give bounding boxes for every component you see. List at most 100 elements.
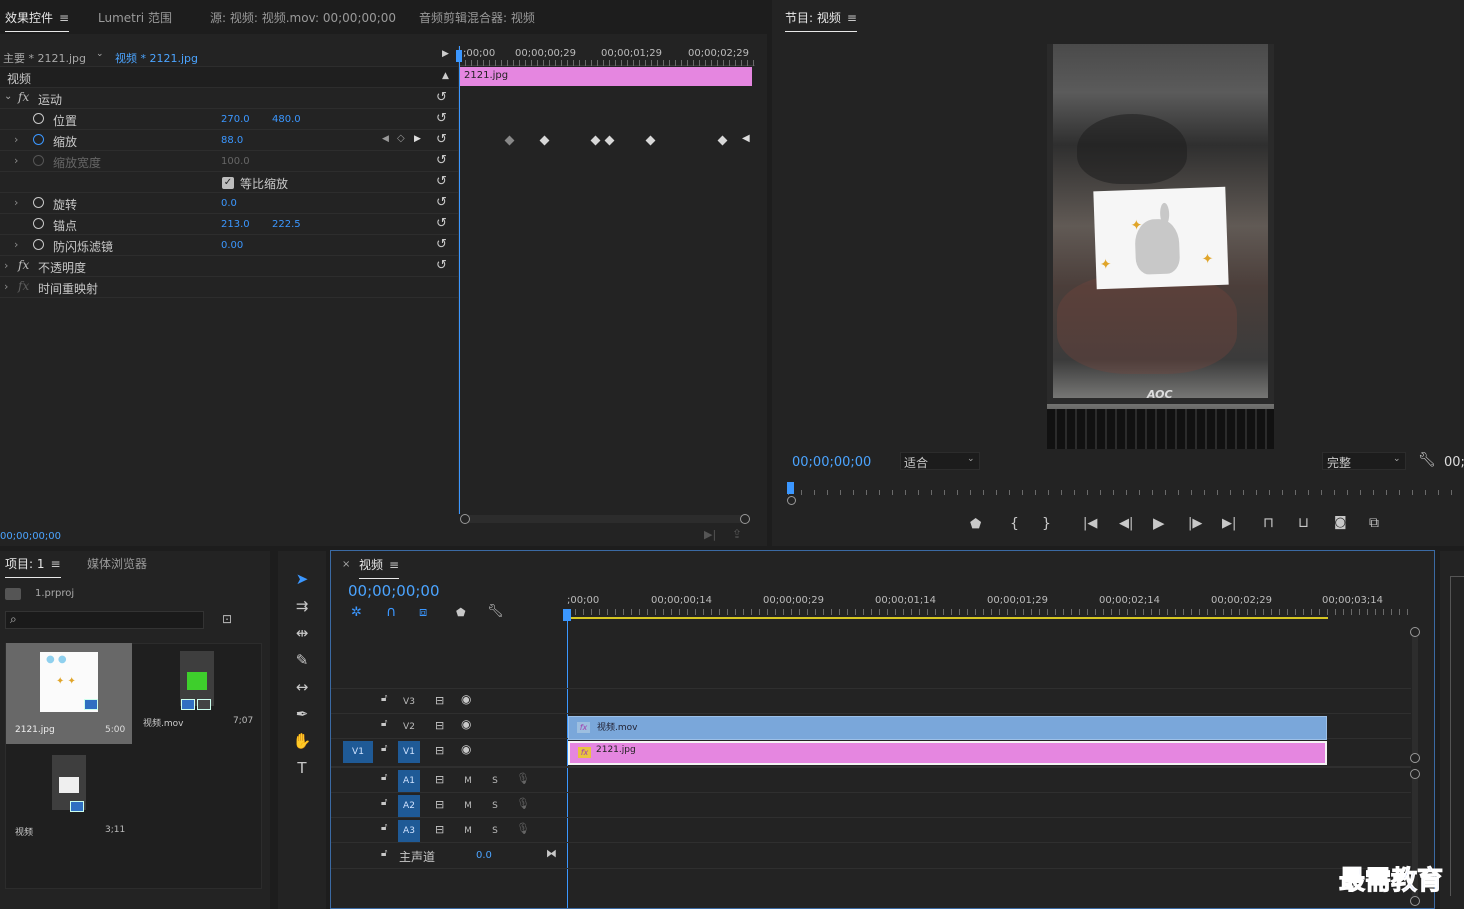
reset-icon[interactable]: ↺ — [436, 237, 447, 252]
uniform-scale-checkbox[interactable]: ✓ — [222, 177, 234, 189]
fx-icon[interactable]: fx — [18, 258, 29, 272]
reset-icon[interactable]: ↺ — [436, 90, 447, 105]
reset-icon[interactable]: ↺ — [436, 111, 447, 126]
mute-button[interactable]: M — [457, 772, 479, 790]
menu-icon[interactable]: ≡ — [59, 11, 69, 25]
sync-lock-icon[interactable]: ⊟ — [435, 823, 444, 836]
step-forward-icon[interactable]: |▶ — [1188, 516, 1202, 531]
comparison-view-icon[interactable]: ⧉ — [1369, 515, 1379, 531]
zoom-handle[interactable] — [787, 496, 796, 505]
work-area-bar[interactable] — [567, 617, 1328, 619]
quality-dropdown[interactable]: 完整 ⌄ — [1322, 452, 1406, 470]
clip-video-mov[interactable]: fx 视频.mov — [568, 716, 1327, 740]
add-marker-icon[interactable]: ⬟ — [970, 517, 981, 532]
solo-button[interactable]: S — [484, 772, 506, 790]
solo-button[interactable]: S — [484, 797, 506, 815]
stopwatch-icon[interactable] — [33, 134, 44, 145]
keyframe-marker[interactable] — [645, 135, 656, 146]
menu-icon[interactable]: ≡ — [389, 558, 399, 572]
stopwatch-icon[interactable] — [33, 218, 44, 229]
timeline-ruler[interactable]: ;00;00 00;00;00;14 00;00;00;29 00;00;01;… — [567, 589, 1413, 621]
keyframe-marker[interactable] — [604, 135, 615, 146]
play-icon[interactable]: ▶ — [1153, 514, 1165, 532]
go-to-end-icon[interactable]: ⧓ — [546, 847, 557, 860]
tab-source[interactable]: 源: 视频: 视频.mov: 00;00;00;00 — [210, 9, 396, 26]
tab-sequence[interactable]: 视频 ≡ — [359, 556, 400, 579]
microphone-icon[interactable]: 🎙︎ — [516, 822, 530, 835]
camera-icon[interactable]: ◙ — [1334, 515, 1347, 530]
overlay-image[interactable]: ✦ ✦ ✦ — [1093, 186, 1229, 290]
chevron-right-icon[interactable]: › — [14, 154, 18, 167]
scroll-handle[interactable] — [1410, 769, 1420, 779]
scale-value[interactable]: 88.0 — [221, 135, 243, 146]
eye-icon[interactable]: ◉ — [461, 717, 471, 731]
prev-keyframe-icon[interactable]: ◀ — [382, 134, 389, 144]
motion-row[interactable]: ⌄ fx 运动 ↺ — [0, 88, 458, 109]
scroll-handle-right[interactable] — [740, 514, 750, 524]
anchor-x-value[interactable]: 213.0 — [221, 219, 250, 230]
ripple-edit-tool-icon[interactable]: ⇹ — [291, 622, 313, 644]
source-patch-v1[interactable]: V1 — [343, 741, 373, 763]
program-video-frame[interactable]: AOC ✦ ✦ ✦ — [1047, 44, 1274, 449]
stopwatch-icon[interactable] — [33, 239, 44, 250]
chevron-down-icon[interactable]: ⌄ — [4, 91, 12, 102]
solo-button[interactable]: S — [484, 822, 506, 840]
chevron-right-icon[interactable]: › — [14, 196, 18, 209]
stopwatch-icon[interactable] — [33, 197, 44, 208]
microphone-icon[interactable]: 🎙︎ — [516, 772, 530, 785]
keyframe-marker[interactable] — [504, 135, 515, 146]
track-select-tool-icon[interactable]: ⇉ — [291, 595, 313, 617]
keyframe-marker[interactable] — [539, 135, 550, 146]
reset-icon[interactable]: ↺ — [436, 132, 447, 147]
scroll-handle[interactable] — [1410, 627, 1420, 637]
sync-lock-icon[interactable]: ⊟ — [435, 798, 444, 811]
lock-icon[interactable]: 🔓︎ — [381, 772, 387, 783]
hand-tool-icon[interactable]: ✋ — [291, 730, 313, 752]
sync-lock-icon[interactable]: ⊟ — [435, 719, 444, 732]
add-keyframe-icon[interactable]: ◇ — [397, 133, 405, 144]
scroll-handle-left[interactable] — [460, 514, 470, 524]
wrench-icon[interactable]: 🔧︎ — [487, 604, 504, 619]
flicker-value[interactable]: 0.00 — [221, 240, 243, 251]
sync-lock-icon[interactable]: ⊟ — [435, 744, 444, 757]
selection-tool-icon[interactable]: ➤ — [291, 568, 313, 590]
reset-icon[interactable]: ↺ — [436, 195, 447, 210]
effect-playhead[interactable] — [459, 46, 460, 514]
chevron-down-icon[interactable]: ⌄ — [96, 49, 104, 59]
extract-icon[interactable]: ⊔ — [1298, 515, 1309, 531]
chevron-right-icon[interactable]: › — [14, 133, 18, 146]
razor-tool-icon[interactable]: ✎ — [291, 649, 313, 671]
play-triangle-icon[interactable]: ▶ — [442, 49, 449, 59]
microphone-icon[interactable]: 🎙︎ — [516, 797, 530, 810]
linked-selection-icon[interactable]: ⧈ — [419, 605, 427, 620]
effect-timeline[interactable]: ;00;00 00;00;00;29 00;00;01;29 00;00;02;… — [456, 46, 755, 514]
keyframe-marker[interactable] — [717, 135, 728, 146]
master-clip-label[interactable]: 主要 * 2121.jpg — [3, 50, 86, 66]
lift-icon[interactable]: ⊓ — [1263, 515, 1274, 531]
effect-clip-bar[interactable]: 2121.jpg — [460, 67, 752, 86]
project-item[interactable]: 视频 3;11 — [6, 747, 132, 847]
fx-icon[interactable]: fx — [18, 90, 29, 104]
tab-audio-mixer[interactable]: 音频剪辑混合器: 视频 — [419, 9, 535, 26]
master-volume-value[interactable]: 0.0 — [476, 850, 492, 861]
lock-icon[interactable]: 🔓︎ — [381, 822, 387, 833]
lock-icon[interactable]: 🔓︎ — [381, 848, 387, 859]
effect-playhead-head[interactable] — [456, 50, 462, 62]
render-icon[interactable]: ▶| — [704, 528, 716, 541]
program-timecode[interactable]: 00;00;00;00 — [792, 455, 871, 470]
mute-button[interactable]: M — [457, 822, 479, 840]
track-target-a3[interactable]: A3 — [398, 820, 420, 842]
tab-media-browser[interactable]: 媒体浏览器 — [87, 555, 147, 572]
tab-project[interactable]: 项目: 1 ≡ — [5, 555, 61, 578]
track-target-v2[interactable]: V2 — [398, 718, 420, 736]
track-target-a2[interactable]: A2 — [398, 795, 420, 817]
project-search-input[interactable]: ⌕ — [5, 611, 204, 629]
slip-tool-icon[interactable]: ↔ — [291, 676, 313, 698]
tab-lumetri[interactable]: Lumetri 范围 — [98, 9, 172, 26]
lock-icon[interactable]: 🔓︎ — [381, 797, 387, 808]
pen-tool-icon[interactable]: ✒ — [291, 703, 313, 725]
menu-icon[interactable]: ≡ — [51, 557, 61, 571]
snap-magnet-icon[interactable]: ∩ — [386, 604, 396, 620]
reset-icon[interactable]: ↺ — [436, 174, 447, 189]
scroll-handle[interactable] — [1410, 753, 1420, 763]
